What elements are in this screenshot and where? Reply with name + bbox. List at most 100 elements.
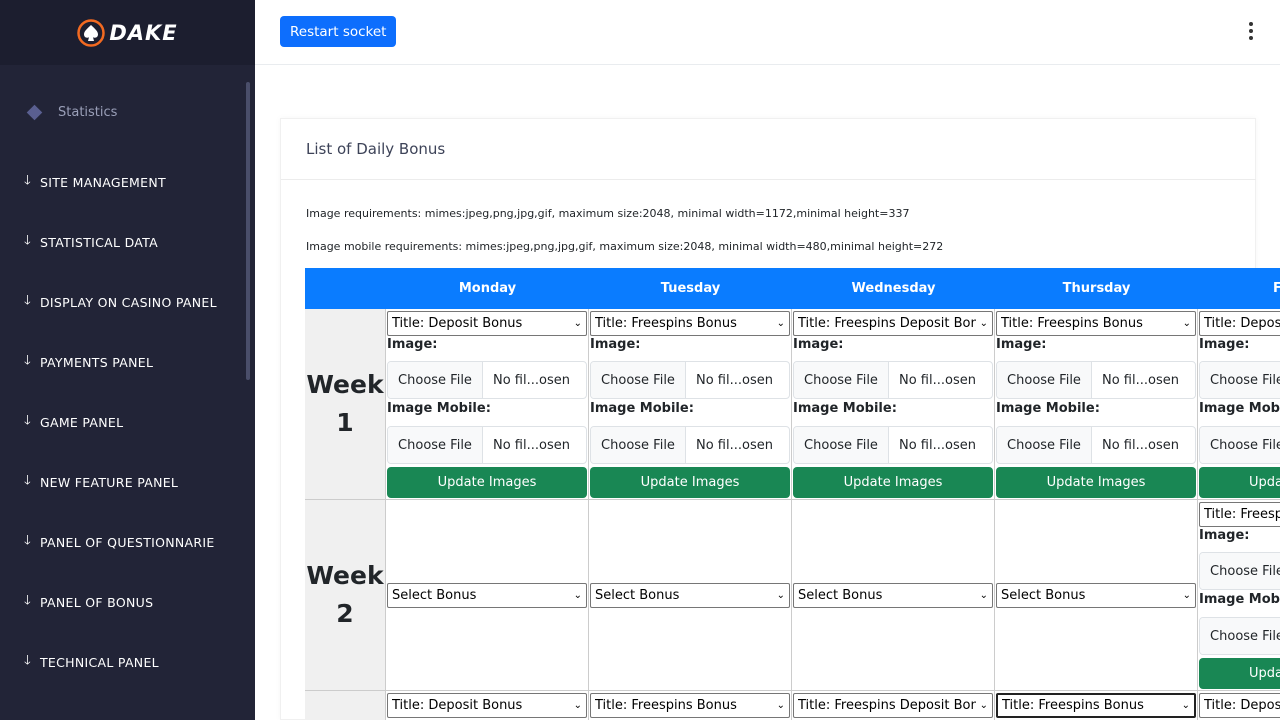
choose-file-button[interactable]: Choose File	[1200, 427, 1280, 463]
image-mobile-file-input[interactable]: Choose FileNo fil...osen	[1199, 617, 1280, 655]
bonus-select[interactable]: Title: Deposit Bonus⌄	[387, 693, 587, 718]
arrow-down-icon: 🡓	[24, 293, 32, 308]
choose-file-button[interactable]: Choose File	[997, 362, 1092, 398]
choose-file-button[interactable]: Choose File	[1200, 553, 1280, 589]
sidebar-item-technical-panel[interactable]: 🡓 TECHNICAL PANEL	[24, 651, 159, 673]
image-mobile-file-input[interactable]: Choose FileNo fil...osen	[1199, 426, 1280, 464]
select-value: Title: Freespins Deposit Bonus	[798, 698, 976, 713]
bonus-select[interactable]: Select Bonus ⌄	[590, 583, 790, 608]
bonus-cell: Title: Deposit Bonus⌄	[1198, 691, 1280, 720]
image-file-input[interactable]: Choose File No fil...osen	[793, 361, 993, 399]
bonus-select[interactable]: Title: Freespins Bonus ⌄	[590, 693, 790, 718]
sidebar-scrollbar[interactable]	[246, 82, 250, 380]
brand-name: DAKE	[109, 20, 178, 45]
bonus-select[interactable]: Title: Deposit Bonus⌄	[1199, 311, 1280, 336]
bonus-select[interactable]: Select Bonus ⌄	[793, 583, 993, 608]
image-file-input[interactable]: Choose FileNo fil...osen	[1199, 361, 1280, 399]
diamond-icon	[26, 104, 43, 121]
chevron-down-icon: ⌄	[979, 590, 988, 601]
sidebar-item-statistics[interactable]: Statistics	[26, 104, 118, 121]
brand-logo[interactable]: DAKE	[77, 18, 178, 47]
arrow-down-icon: 🡓	[24, 473, 32, 488]
bonus-select[interactable]: Select Bonus ⌄	[996, 583, 1196, 608]
image-file-input[interactable]: Choose FileNo fil...osen	[996, 361, 1196, 399]
bonus-select[interactable]: Select Bonus ⌄	[387, 583, 587, 608]
bonus-cell: Title: Freespins Bonus⌄Image: Choose File…	[1198, 500, 1280, 691]
choose-file-button[interactable]: Choose File	[388, 362, 483, 398]
chevron-down-icon: ⌄	[1181, 700, 1190, 711]
image-requirements-text: Image requirements: mimes:jpeg,png,jpg,g…	[306, 207, 910, 220]
select-value: Title: Deposit Bonus	[1204, 698, 1280, 713]
sidebar: DAKE Statistics 🡓 SITE MANAGEMENT 🡓 STAT…	[0, 0, 255, 720]
bonus-select[interactable]: Title: Freespins Bonus⌄	[1199, 502, 1280, 527]
sidebar-item-game-panel[interactable]: 🡓 GAME PANEL	[24, 411, 123, 433]
image-mobile-file-input[interactable]: Choose FileNo fil...osen	[387, 426, 587, 464]
sidebar-item-display-on-casino-panel[interactable]: 🡓 DISPLAY ON CASINO PANEL	[24, 291, 217, 313]
more-options-icon[interactable]	[1248, 22, 1254, 40]
image-label: Image:	[793, 337, 844, 352]
choose-file-button[interactable]: Choose File	[591, 427, 686, 463]
choose-file-button[interactable]: Choose File	[794, 427, 889, 463]
choose-file-button[interactable]: Choose File	[997, 427, 1092, 463]
image-file-input[interactable]: Choose FileNo fil...osen	[1199, 552, 1280, 590]
bonus-select[interactable]: Title: Deposit Bonus⌄	[387, 311, 587, 336]
select-value: Title: Freespins Bonus	[595, 698, 737, 713]
update-images-button[interactable]: Update Images	[387, 467, 587, 498]
choose-file-button[interactable]: Choose File	[591, 362, 686, 398]
chevron-down-icon: ⌄	[1182, 318, 1191, 329]
select-value: Select Bonus	[392, 588, 477, 603]
update-images-button[interactable]: Upda	[1199, 467, 1280, 498]
week-2-label: Week 2	[305, 500, 386, 691]
choose-file-button[interactable]: Choose File	[794, 362, 889, 398]
bonus-select[interactable]: Title: Freespins Bonus⌄	[996, 693, 1196, 718]
image-label: Image:	[387, 337, 438, 352]
bonus-cell: Title: Freespins Deposit Bonus ⌄ Image: Cho…	[792, 309, 995, 500]
restart-socket-button[interactable]: Restart socket	[280, 16, 397, 47]
select-value: Title: Deposit Bonus	[392, 698, 523, 713]
bonus-select[interactable]: Title: Freespins Deposit Bonus ⌄	[793, 311, 993, 336]
image-mobile-file-input[interactable]: Choose File No fil...osen	[793, 426, 993, 464]
card-title: List of Daily Bonus	[306, 140, 446, 158]
sidebar-item-label: Statistics	[58, 105, 118, 120]
image-file-input[interactable]: Choose FileNo fil...osen	[387, 361, 587, 399]
sidebar-item-statistical-data[interactable]: 🡓 STATISTICAL DATA	[24, 231, 158, 253]
bonus-cell: Select Bonus ⌄	[792, 500, 995, 691]
bonus-cell: Title: Deposit Bonus⌄Image:Choose FileNo…	[1198, 309, 1280, 500]
arrow-down-icon: 🡓	[24, 233, 32, 248]
bonus-cell: Title: Freespins Bonus ⌄	[589, 691, 792, 720]
bonus-select[interactable]: Title: Deposit Bonus⌄	[1199, 693, 1280, 718]
bonus-select[interactable]: Title: Freespins Deposit Bonus ⌄	[793, 693, 993, 718]
select-value: Select Bonus	[595, 588, 680, 603]
image-label: Image:	[1199, 528, 1250, 543]
bonus-select[interactable]: Title: Freespins Bonus⌄	[590, 311, 790, 336]
update-images-button[interactable]: Update Images	[793, 467, 993, 498]
sidebar-item-site-management[interactable]: 🡓 SITE MANAGEMENT	[24, 171, 166, 193]
no-file-text: No fil...osen	[899, 372, 976, 388]
sidebar-header: DAKE	[0, 0, 255, 65]
chevron-down-icon: ⌄	[776, 700, 785, 711]
image-mobile-file-input[interactable]: Choose FileNo fil...osen	[996, 426, 1196, 464]
update-images-button[interactable]: Update Images	[590, 467, 790, 498]
bonus-cell: Title: Deposit Bonus⌄Image: Choose FileNo…	[386, 309, 589, 500]
bonus-select[interactable]: Title: Freespins Bonus⌄	[996, 311, 1196, 336]
sidebar-item-label: SITE MANAGEMENT	[40, 174, 166, 190]
sidebar-item-payments-panel[interactable]: 🡓 PAYMENTS PANEL	[24, 351, 153, 373]
choose-file-button[interactable]: Choose File	[1200, 618, 1280, 654]
week-1-label: Week 1	[305, 309, 386, 500]
bonus-cell: Title: Deposit Bonus⌄	[386, 691, 589, 720]
image-mobile-file-input[interactable]: Choose FileNo fil...osen	[590, 426, 790, 464]
bonus-cell: Title: Freespins Bonus⌄Image:Choose File…	[589, 309, 792, 500]
choose-file-button[interactable]: Choose File	[388, 427, 483, 463]
sidebar-item-panel-of-bonus[interactable]: 🡓 PANEL OF BONUS	[24, 591, 153, 613]
no-file-text: No fil...osen	[899, 437, 976, 453]
arrow-down-icon: 🡓	[24, 533, 32, 548]
image-file-input[interactable]: Choose FileNo fil...osen	[590, 361, 790, 399]
choose-file-button[interactable]: Choose File	[1200, 362, 1280, 398]
image-mobile-label: Image Mobile:	[387, 401, 491, 416]
update-images-button[interactable]: Update Images	[996, 467, 1196, 498]
update-images-button[interactable]: Upda	[1199, 658, 1280, 689]
sidebar-item-new-feature-panel[interactable]: 🡓 NEW FEATURE PANEL	[24, 471, 178, 493]
sidebar-item-panel-of-questionnarie[interactable]: 🡓 PANEL OF QUESTIONNARIE	[24, 531, 215, 553]
arrow-down-icon: 🡓	[24, 593, 32, 608]
sidebar-item-label: NEW FEATURE PANEL	[40, 474, 179, 490]
